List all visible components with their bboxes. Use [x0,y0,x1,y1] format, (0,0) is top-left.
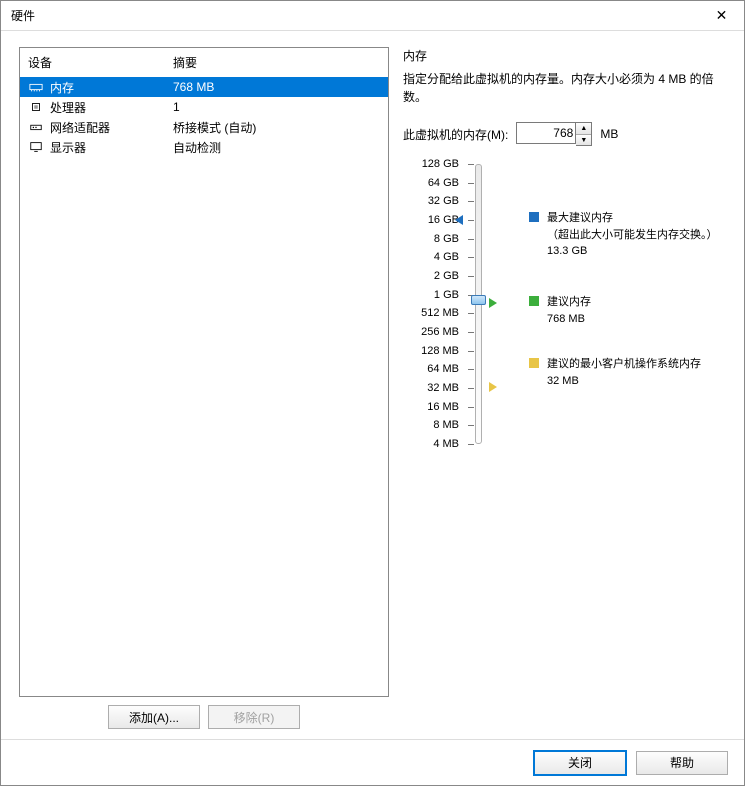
tick-label: 512 MB [421,307,459,319]
legend-min-title: 建议的最小客户机操作系统内存 [547,356,701,373]
device-table: 设备 摘要 内存 768 MB 处理器 1 网络适配器 桥接模式 (自动) 显示器 自动检测 [19,47,389,697]
device-name: 处理器 [50,99,86,116]
table-row[interactable]: 处理器 1 [20,97,388,117]
device-name: 网络适配器 [50,119,110,136]
tick-label: 64 GB [428,177,459,189]
tick-label: 32 GB [428,195,459,207]
network-icon [28,120,44,134]
tick-label: 4 GB [434,251,459,263]
close-button[interactable]: 关闭 [534,751,626,775]
legend-rec: 建议内存 768 MB [529,294,591,327]
memory-input[interactable] [516,122,576,144]
tick-label: 64 MB [427,363,459,375]
marker-max-icon [455,215,463,225]
tick-label: 256 MB [421,326,459,338]
tick-label: 16 MB [427,401,459,413]
dialog-footer: 关闭 帮助 [1,739,744,785]
legend-max-note: （超出此大小可能发生内存交换。） [547,227,718,244]
square-icon [529,212,539,222]
legend-max-title: 最大建议内存 [547,210,718,227]
memory-panel: 内存 指定分配给此虚拟机的内存量。内存大小必须为 4 MB 的倍数。 此虚拟机的… [403,47,726,729]
legend-min-value: 32 MB [547,373,701,390]
col-summary: 摘要 [173,54,380,71]
table-header: 设备 摘要 [20,48,388,77]
memory-group-title: 内存 [403,47,726,64]
device-summary: 768 MB [173,80,380,94]
legend-rec-value: 768 MB [547,311,591,328]
help-button[interactable]: 帮助 [636,751,728,775]
tick-label: 8 GB [434,233,459,245]
spin-down-icon[interactable]: ▼ [576,134,591,145]
tick-label: 1 GB [434,289,459,301]
close-icon[interactable]: ✕ [699,1,744,31]
device-name: 显示器 [50,139,86,156]
device-summary: 自动检测 [173,139,380,156]
tick-label: 4 MB [433,438,459,450]
memory-icon [28,80,44,94]
remove-button[interactable]: 移除(R) [208,705,300,729]
dialog-title: 硬件 [11,7,35,24]
square-icon [529,296,539,306]
legend-rec-title: 建议内存 [547,294,591,311]
cpu-icon [28,100,44,114]
device-summary: 1 [173,100,380,114]
slider-labels: 128 GB64 GB32 GB16 GB8 GB4 GB2 GB1 GB512… [411,160,465,460]
table-row[interactable]: 内存 768 MB [20,77,388,97]
display-icon [28,140,44,154]
spin-up-icon[interactable]: ▲ [576,123,591,134]
memory-unit: MB [600,127,618,141]
table-row[interactable]: 网络适配器 桥接模式 (自动) [20,117,388,137]
tick-label: 2 GB [434,270,459,282]
tick-label: 128 GB [422,158,459,170]
col-device: 设备 [28,54,173,71]
memory-spinner[interactable]: ▲ ▼ [576,122,592,146]
slider-thumb[interactable] [471,295,486,305]
device-name: 内存 [50,79,74,96]
memory-slider[interactable] [465,160,489,460]
device-summary: 桥接模式 (自动) [173,119,380,136]
legend-max-value: 13.3 GB [547,243,718,260]
legend-max: 最大建议内存 （超出此大小可能发生内存交换。） 13.3 GB [529,210,718,260]
memory-field-label: 此虚拟机的内存(M): [403,126,508,143]
memory-hint: 指定分配给此虚拟机的内存量。内存大小必须为 4 MB 的倍数。 [403,70,726,106]
add-button[interactable]: 添加(A)... [108,705,200,729]
square-icon [529,358,539,368]
tick-label: 128 MB [421,345,459,357]
table-row[interactable]: 显示器 自动检测 [20,137,388,157]
tick-label: 32 MB [427,382,459,394]
titlebar: 硬件 ✕ [1,1,744,31]
tick-label: 8 MB [433,419,459,431]
legend-min: 建议的最小客户机操作系统内存 32 MB [529,356,701,389]
hardware-dialog: 硬件 ✕ 设备 摘要 内存768 MB处理器1网络适配器桥接模式 (自动)显示器… [0,0,745,786]
